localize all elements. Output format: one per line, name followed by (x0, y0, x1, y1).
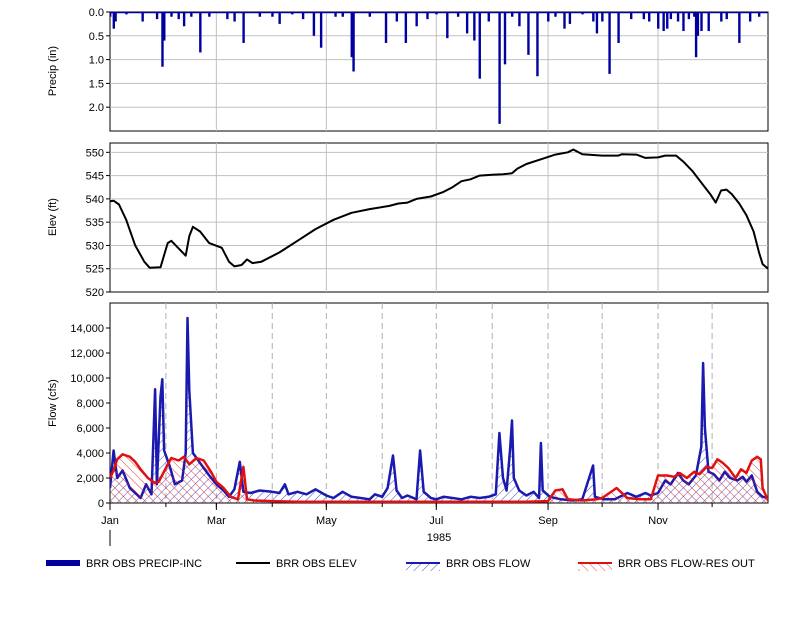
precip-bar (617, 12, 620, 43)
precip-bar (527, 12, 530, 55)
precip-bar (666, 12, 669, 29)
legend-label: BRR OBS ELEV (276, 558, 357, 570)
legend-label: BRR OBS PRECIP-INC (86, 558, 202, 570)
legend-label: BRR OBS FLOW (446, 558, 531, 570)
elev-plot-area (109, 142, 769, 293)
precip-bar (473, 12, 476, 41)
precip-bar (648, 12, 651, 22)
y-tick-label: 0.5 (89, 31, 104, 43)
precip-bar (592, 12, 595, 22)
y-tick-label: 0 (98, 498, 104, 510)
x-tick-label: Jul (429, 515, 443, 527)
precip-bar (415, 12, 418, 27)
y-tick-label: 520 (86, 287, 104, 299)
precip-bar (707, 12, 710, 32)
y-tick-label: 525 (86, 264, 104, 276)
x-axis: Jan Mar May Jul Sep Nov (101, 503, 713, 546)
y-tick-label: 14,000 (70, 323, 104, 335)
precip-bar (748, 12, 752, 22)
y-tick-label: 540 (86, 194, 104, 206)
y-tick-label: 550 (86, 147, 104, 159)
hydrograph-chart: Precip (in) 0.0 0.5 1.0 1.5 2.0 Elev (ft) 52… (46, 7, 769, 571)
precip-bar (503, 12, 507, 65)
legend-swatch-hatch (406, 563, 440, 571)
precip-panel: Precip (in) 0.0 0.5 1.0 1.5 2.0 (47, 7, 769, 132)
precip-bar (696, 12, 700, 36)
elev-y-axis-label: Elev (ft) (47, 198, 59, 236)
elev-y-ticks: 520 525 530 535 540 545 550 (86, 147, 110, 299)
y-tick-label: 8,000 (76, 398, 104, 410)
precip-bar (278, 12, 281, 24)
legend-label: BRR OBS FLOW-RES OUT (618, 558, 755, 570)
y-tick-label: 0.0 (89, 7, 104, 19)
x-axis-year-label: 1985 (427, 532, 451, 544)
precip-bar (182, 12, 186, 27)
precip-y-ticks: 0.0 0.5 1.0 1.5 2.0 (89, 7, 110, 114)
precip-bar (242, 12, 245, 43)
legend-swatch-precip (46, 560, 80, 566)
precip-bar (720, 12, 723, 22)
precip-bar (199, 12, 202, 53)
precip-bar (163, 12, 166, 41)
precip-bar (547, 12, 550, 22)
precip-bar (465, 12, 469, 34)
precip-bar (384, 12, 388, 43)
x-tick-label: May (316, 515, 337, 527)
x-tick-label: Sep (538, 515, 558, 527)
precip-bar (657, 12, 660, 29)
precip-bar (395, 12, 399, 22)
precip-bar (682, 12, 685, 32)
precip-bar (536, 12, 539, 77)
precip-bar (233, 12, 236, 22)
precip-bar (404, 12, 408, 43)
precip-bar (608, 12, 611, 74)
y-tick-label: 535 (86, 217, 104, 229)
y-tick-label: 2.0 (89, 102, 104, 114)
precip-bar (498, 12, 501, 124)
precip-bar (662, 12, 665, 32)
legend: BRR OBS PRECIP-INC BRR OBS ELEV BRR OBS FL… (46, 558, 755, 571)
precip-bar (487, 12, 490, 22)
precip-plot-area (109, 11, 769, 132)
precip-bar (518, 12, 521, 27)
precip-bar (595, 12, 599, 34)
y-tick-label: 1.0 (89, 55, 104, 67)
elev-panel: Elev (ft) 520 525 530 535 540 545 550 (47, 142, 769, 299)
flow-panel: Flow (cfs) 0 2,000 4,000 6,000 8,000 10,000 12… (47, 302, 769, 510)
flow-y-ticks: 0 2,000 4,000 6,000 8,000 10,000 12,000 14,000 (70, 323, 110, 510)
precip-bar (568, 12, 572, 24)
y-tick-label: 545 (86, 171, 104, 183)
precip-bar (114, 12, 117, 22)
y-tick-label: 4,000 (76, 448, 104, 460)
precip-bar (676, 12, 680, 22)
precip-bar (738, 12, 741, 43)
precip-y-axis-label: Precip (in) (47, 46, 59, 96)
precip-bar (319, 12, 323, 48)
x-tick-label: Jan (101, 515, 119, 527)
precip-bar (601, 12, 604, 22)
y-tick-label: 6,000 (76, 423, 104, 435)
precip-bar (446, 12, 449, 39)
y-tick-label: 10,000 (70, 373, 104, 385)
precip-bar (352, 12, 355, 72)
y-tick-label: 530 (86, 240, 104, 252)
precip-bar (700, 12, 703, 32)
precip-bar (141, 12, 144, 22)
y-tick-label: 2,000 (76, 473, 104, 485)
x-tick-label: Mar (207, 515, 226, 527)
x-tick-label: Nov (648, 515, 668, 527)
precip-bar (563, 12, 566, 29)
y-tick-label: 1.5 (89, 78, 104, 90)
flow-y-axis-label: Flow (cfs) (47, 379, 59, 427)
precip-bar (312, 12, 316, 36)
legend-swatch-hatch (578, 563, 612, 571)
precip-bar (478, 12, 481, 79)
y-tick-label: 12,000 (70, 348, 104, 360)
